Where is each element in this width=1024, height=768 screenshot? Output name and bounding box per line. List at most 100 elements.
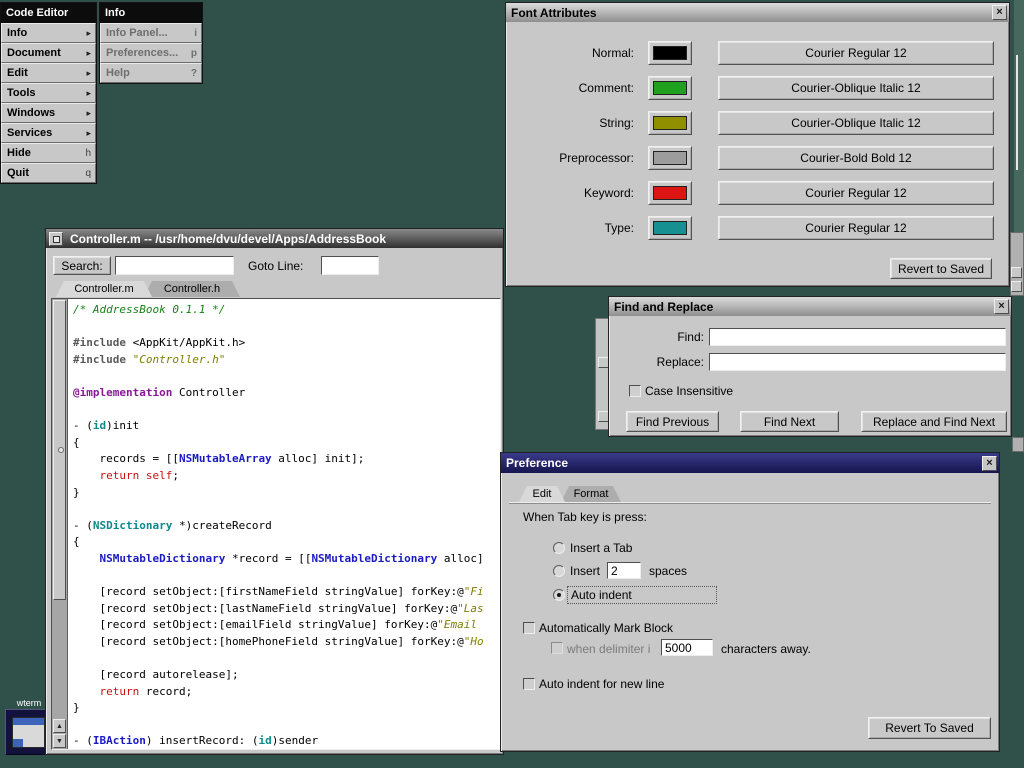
close-icon[interactable]: × — [982, 456, 997, 471]
replace-label: Replace: — [639, 355, 704, 369]
tab-label: Format — [574, 488, 609, 500]
window-title: Preference — [506, 456, 568, 470]
mark-block-checkbox[interactable] — [523, 622, 535, 634]
color-swatch-button[interactable] — [648, 216, 692, 240]
replace-and-find-next-button[interactable]: Replace and Find Next — [861, 411, 1007, 432]
tab-format[interactable]: Format — [561, 486, 621, 502]
submenu-arrow-icon: ▸ — [86, 68, 91, 79]
color-swatch-button[interactable] — [648, 76, 692, 100]
menu-item-tools[interactable]: Tools▸ — [1, 83, 96, 103]
window-title: Font Attributes — [511, 6, 597, 20]
code-editor-area[interactable]: ▲ ▼ /* AddressBook 0.1.1 */ #include <Ap… — [51, 298, 501, 750]
menu-item-quit[interactable]: Quitq — [1, 163, 96, 183]
tab-controller-m[interactable]: Controller.m — [56, 281, 152, 297]
font-attr-label: Type: — [514, 221, 634, 235]
find-next-button[interactable]: Find Next — [740, 411, 839, 432]
key-equivalent: p — [191, 48, 197, 59]
submenu-arrow-icon: ▸ — [86, 128, 91, 139]
font-select-button[interactable]: Courier-Oblique Italic 12 — [718, 111, 994, 135]
goto-line-input[interactable] — [321, 256, 379, 275]
terminal-window-icon — [12, 717, 45, 748]
insert-spaces-radio[interactable] — [553, 565, 565, 577]
scroll-up-icon[interactable]: ▲ — [53, 719, 66, 733]
miniaturize-icon[interactable] — [49, 232, 63, 246]
code-content[interactable]: /* AddressBook 0.1.1 */ #include <AppKit… — [73, 302, 500, 749]
menu-item-services[interactable]: Services▸ — [1, 123, 96, 143]
font-select-button[interactable]: Courier-Oblique Italic 12 — [718, 76, 994, 100]
main-menu-titlebar[interactable]: Code Editor — [1, 3, 96, 23]
scrollbar-window-fragment-right[interactable] — [1010, 232, 1024, 296]
revert-to-saved-button[interactable]: Revert to Saved — [890, 258, 992, 279]
color-swatch — [653, 46, 687, 60]
font-select-button[interactable]: Courier Regular 12 — [718, 181, 994, 205]
tab-label: Controller.m — [74, 283, 133, 295]
close-icon[interactable]: × — [994, 299, 1009, 314]
menu-item-preferences[interactable]: Preferences...p — [100, 43, 202, 63]
search-button[interactable]: Search: — [53, 256, 111, 275]
font-attributes-titlebar[interactable]: Font Attributes — [506, 3, 1009, 22]
scroll-down-icon[interactable]: ▼ — [53, 734, 66, 748]
submenu-arrow-icon: ▸ — [86, 48, 91, 59]
tab-controller-h[interactable]: Controller.h — [144, 281, 240, 297]
font-select-button[interactable]: Courier Regular 12 — [718, 216, 994, 240]
auto-indent-newline-label: Auto indent for new line — [539, 677, 664, 691]
close-icon[interactable]: × — [992, 5, 1007, 20]
menu-item-label: Edit — [7, 67, 28, 79]
key-equivalent: ? — [191, 68, 197, 79]
delimiter-checkbox[interactable] — [551, 642, 563, 654]
delimiter-suffix-label: characters away. — [721, 642, 811, 656]
menu-item-help[interactable]: Help? — [100, 63, 202, 83]
code-line: - (IBAction) insertRecord: (id)sender — [73, 733, 500, 749]
scrollbar-knob[interactable] — [53, 300, 66, 600]
menu-item-document[interactable]: Document ▸ — [1, 43, 96, 63]
insert-tab-label: Insert a Tab — [570, 541, 632, 555]
find-replace-titlebar[interactable]: Find and Replace — [609, 297, 1011, 316]
menu-item-info[interactable]: Info▸ — [1, 23, 96, 43]
code-line: [record setObject:[homePhoneField string… — [73, 634, 500, 651]
key-equivalent: q — [85, 168, 91, 179]
vertical-scrollbar[interactable]: ▲ ▼ — [52, 299, 68, 749]
menu-item-windows[interactable]: Windows▸ — [1, 103, 96, 123]
font-select-button[interactable]: Courier Regular 12 — [718, 41, 994, 65]
menu-title-label: Info — [105, 7, 125, 19]
font-attr-label: Normal: — [514, 46, 634, 60]
code-line — [73, 568, 500, 585]
menu-item-label: Document — [7, 47, 61, 59]
window-fragment-right[interactable] — [1012, 437, 1024, 452]
case-insensitive-checkbox[interactable] — [629, 385, 641, 397]
find-previous-button[interactable]: Find Previous — [626, 411, 719, 432]
tab-label: Controller.h — [164, 283, 220, 295]
color-swatch-button[interactable] — [648, 111, 692, 135]
find-input[interactable] — [709, 328, 1006, 346]
code-line: #include "Controller.h" — [73, 352, 500, 369]
fragment-button[interactable] — [1011, 267, 1022, 278]
editor-titlebar[interactable]: Controller.m -- /usr/home/dvu/devel/Apps… — [46, 229, 503, 248]
menu-item-label: Info Panel... — [106, 27, 168, 39]
submenu-arrow-icon: ▸ — [86, 88, 91, 99]
menu-item-label: Help — [106, 67, 130, 79]
auto-indent-radio[interactable] — [553, 589, 565, 601]
font-select-button[interactable]: Courier-Bold Bold 12 — [718, 146, 994, 170]
auto-indent-newline-checkbox[interactable] — [523, 678, 535, 690]
preference-titlebar[interactable]: Preference — [501, 453, 999, 473]
revert-to-saved-button[interactable]: Revert To Saved — [868, 717, 991, 739]
search-input[interactable] — [115, 256, 234, 275]
color-swatch-button[interactable] — [648, 41, 692, 65]
code-line: @implementation Controller — [73, 385, 500, 402]
menu-item-edit[interactable]: Edit ▸ — [1, 63, 96, 83]
spaces-count-input[interactable] — [607, 562, 641, 579]
replace-input[interactable] — [709, 353, 1006, 371]
tab-edit[interactable]: Edit — [519, 486, 565, 502]
code-line — [73, 402, 500, 419]
color-swatch-button[interactable] — [648, 146, 692, 170]
fragment-button[interactable] — [1011, 281, 1022, 292]
info-submenu-titlebar[interactable]: Info — [100, 3, 202, 23]
menu-item-hide[interactable]: Hideh — [1, 143, 96, 163]
color-swatch-button[interactable] — [648, 181, 692, 205]
insert-tab-radio[interactable] — [553, 542, 565, 554]
info-submenu-items: Info Panel...iPreferences...pHelp? — [100, 23, 202, 83]
delimiter-chars-input[interactable] — [661, 639, 713, 656]
menu-title-label: Code Editor — [6, 7, 68, 19]
menu-item-info-panel[interactable]: Info Panel...i — [100, 23, 202, 43]
code-line: } — [73, 485, 500, 502]
